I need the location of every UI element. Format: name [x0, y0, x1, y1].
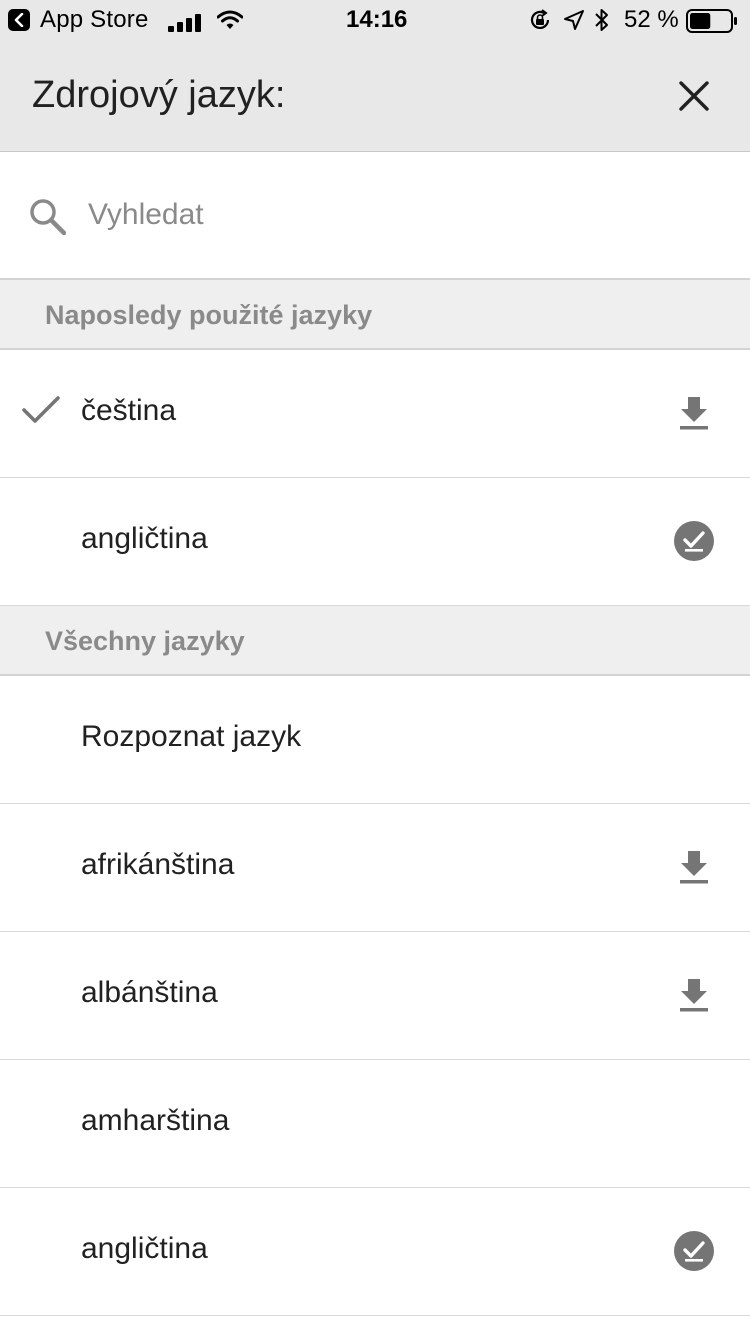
close-icon [679, 81, 709, 111]
language-label: čeština [81, 394, 177, 427]
back-app-label[interactable]: App Store [40, 6, 149, 34]
download-icon[interactable] [672, 391, 716, 435]
battery-icon [686, 9, 738, 40]
download-icon[interactable] [672, 973, 716, 1017]
download-icon[interactable] [672, 845, 716, 889]
back-to-app-icon[interactable] [8, 9, 30, 31]
language-label: amharština [81, 1104, 230, 1137]
language-label: angličtina [81, 1232, 208, 1265]
bluetooth-icon [594, 7, 610, 40]
section-header-recent: Naposledy použité jazyky [0, 280, 750, 350]
wifi-icon [216, 9, 244, 37]
language-label: afrikánština [81, 848, 235, 881]
language-label: angličtina [81, 522, 208, 555]
page-title: Zdrojový jazyk: [32, 74, 286, 116]
language-label: albánština [81, 976, 218, 1009]
language-row-detect[interactable]: Rozpoznat jazyk [0, 676, 750, 804]
section-header-all: Všechny jazyky [0, 606, 750, 676]
language-row-afrikanstina[interactable]: afrikánština [0, 804, 750, 932]
battery-percent: 52 % [624, 6, 679, 33]
status-time: 14:16 [346, 6, 408, 33]
orientation-lock-icon [528, 8, 552, 39]
checkmark-icon [22, 395, 60, 430]
downloaded-check-circle-icon[interactable] [672, 1229, 716, 1273]
language-row-albanstina[interactable]: albánština [0, 932, 750, 1060]
language-label: Rozpoznat jazyk [81, 720, 302, 753]
section-title-recent: Naposledy použité jazyky [45, 300, 373, 330]
location-arrow-icon [563, 9, 585, 38]
language-row-cestina[interactable]: čeština [0, 350, 750, 478]
downloaded-check-circle-icon[interactable] [672, 519, 716, 563]
section-title-all: Všechny jazyky [45, 626, 245, 656]
close-button[interactable] [670, 72, 718, 120]
dialog-header: Zdrojový jazyk: [0, 40, 750, 152]
language-row-amharstina[interactable]: amharština [0, 1060, 750, 1188]
cellular-signal-icon [168, 11, 202, 39]
language-row-anglictina-recent[interactable]: angličtina [0, 478, 750, 606]
language-row-anglictina[interactable]: angličtina [0, 1188, 750, 1316]
status-bar: App Store 14:16 52 % [0, 0, 750, 40]
search-bar [0, 152, 750, 280]
search-input[interactable] [88, 190, 688, 240]
search-icon [28, 197, 67, 240]
